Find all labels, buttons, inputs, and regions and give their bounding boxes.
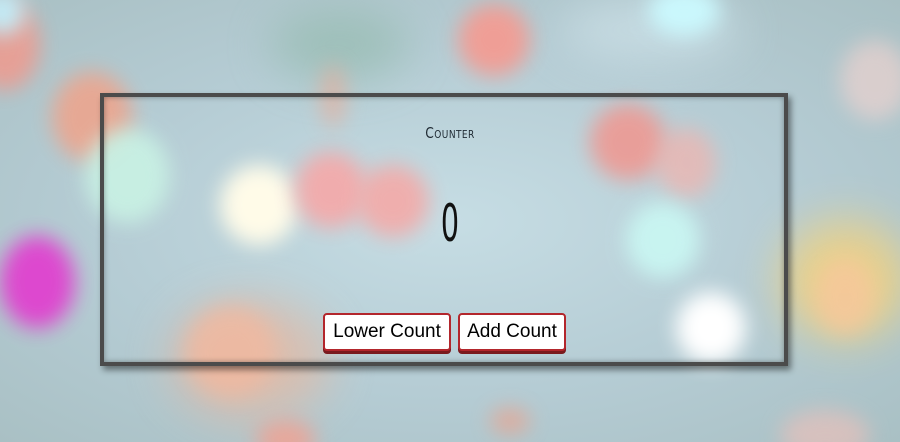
add-count-button[interactable]: Add Count [458,313,566,351]
counter-title: Counter [425,124,475,142]
lower-count-button[interactable]: Lower Count [323,313,451,351]
counter-value: 0 [440,194,460,254]
